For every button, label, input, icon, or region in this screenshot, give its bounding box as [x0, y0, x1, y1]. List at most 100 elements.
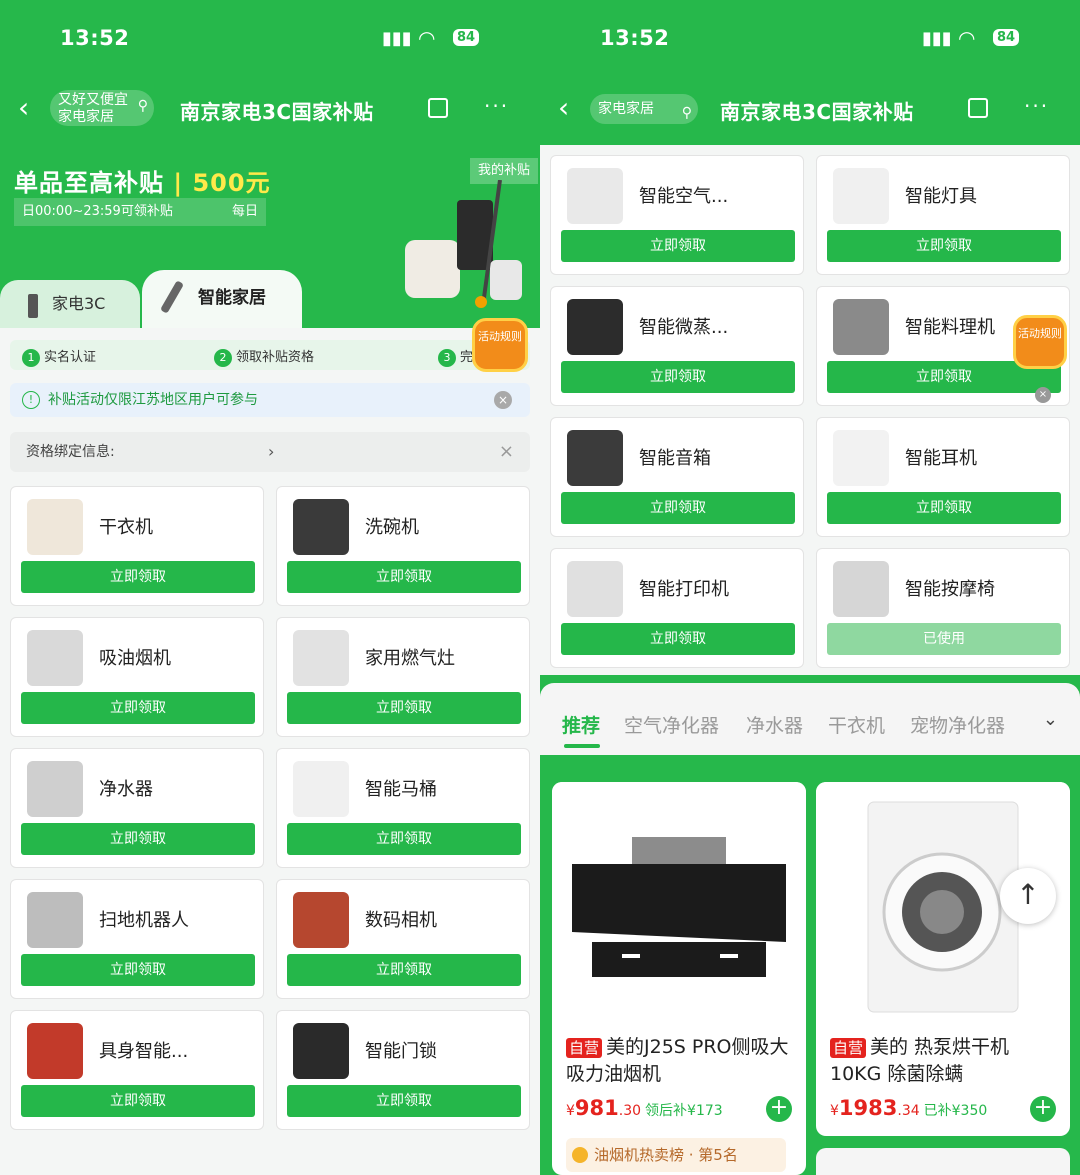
signal-icon: ▮▮▮ — [922, 28, 952, 49]
category-tabs: 家电3C 智能家居 — [0, 270, 540, 330]
step-label: 领取补贴资格 — [236, 350, 315, 365]
rank-text: 油烟机热卖榜 · 第5名 — [594, 1146, 738, 1164]
wifi-icon: ◠ — [418, 26, 436, 50]
wifi-icon: ◠ — [958, 26, 976, 50]
search-icon: ⚲ — [681, 105, 692, 121]
subsidy-card[interactable]: 智能音箱 立即领取 — [550, 417, 804, 537]
chevron-down-icon[interactable]: ⌄ — [1043, 709, 1058, 730]
bestseller-rank[interactable]: 油烟机热卖榜 · 第5名 — [566, 1138, 786, 1172]
tab-air-purifier[interactable]: 空气净化器 — [624, 711, 719, 738]
claim-button[interactable]: 已使用 — [827, 623, 1061, 655]
claim-button[interactable]: 立即领取 — [561, 492, 795, 524]
search-pill-line1: 又好又便宜 — [58, 92, 128, 108]
claim-button[interactable]: 立即领取 — [561, 230, 795, 262]
tab-pet-purifier[interactable]: 宠物净化器 — [910, 711, 1005, 738]
add-to-cart-button[interactable]: + — [1030, 1096, 1056, 1122]
subsidy-card[interactable]: 智能微蒸... 立即领取 — [550, 286, 804, 406]
claim-button[interactable]: 立即领取 — [287, 954, 521, 986]
activity-rules-badge[interactable]: 活动规则 — [1013, 315, 1067, 369]
product-thumbnail — [27, 761, 83, 817]
share-icon[interactable] — [428, 98, 448, 118]
claim-button[interactable]: 立即领取 — [561, 623, 795, 655]
subsidy-card[interactable]: 智能打印机 立即领取 — [550, 548, 804, 668]
subsidy-card[interactable]: 智能灯具 立即领取 — [816, 155, 1070, 275]
subsidy-card[interactable]: 智能空气... 立即领取 — [550, 155, 804, 275]
price-integer: 1983 — [838, 1096, 898, 1120]
tab-recommend[interactable]: 推荐 — [562, 711, 601, 748]
claim-button[interactable]: 立即领取 — [287, 561, 521, 593]
claim-button[interactable]: 立即领取 — [287, 692, 521, 724]
subsidy-card[interactable]: 数码相机 立即领取 — [276, 879, 530, 999]
tab-appliance-3c[interactable]: 家电3C — [0, 280, 140, 330]
banner-headline-text: 单品至高补贴 — [14, 169, 164, 197]
subsidy-card[interactable]: 净水器 立即领取 — [10, 748, 264, 868]
search-pill[interactable]: 家电家居 ⚲ — [590, 94, 698, 124]
price-decimal: .30 — [618, 1103, 642, 1119]
price-after-subsidy: 已补¥350 — [923, 1103, 988, 1119]
claim-button[interactable]: 立即领取 — [21, 823, 255, 855]
product-card-next — [816, 1148, 1070, 1175]
tab-smart-home[interactable]: 智能家居 — [142, 270, 302, 330]
tab-dryer[interactable]: 干衣机 — [828, 711, 885, 738]
claim-button[interactable]: 立即领取 — [827, 492, 1061, 524]
more-icon[interactable]: ··· — [484, 94, 509, 118]
add-to-cart-button[interactable]: + — [766, 1096, 792, 1122]
claim-button[interactable]: 立即领取 — [21, 561, 255, 593]
subsidy-card[interactable]: 智能门锁 立即领取 — [276, 1010, 530, 1130]
claim-button[interactable]: 立即领取 — [561, 361, 795, 393]
subsidy-card[interactable]: 洗碗机 立即领取 — [276, 486, 530, 606]
subsidy-card[interactable]: 家用燃气灶 立即领取 — [276, 617, 530, 737]
product-thumbnail — [567, 561, 623, 617]
activity-rules-badge[interactable]: 活动规则 — [472, 318, 528, 372]
subsidy-card-name: 智能料理机 — [905, 317, 995, 338]
claim-button[interactable]: 立即领取 — [287, 823, 521, 855]
product-card[interactable]: 自营 美的 热泵烘干机 10KG 除菌除螨 ¥1983.34 已补¥350 + — [816, 782, 1070, 1136]
claim-button[interactable]: 立即领取 — [287, 1085, 521, 1117]
close-icon[interactable]: × — [1035, 387, 1051, 403]
subsidy-card[interactable]: 吸油烟机 立即领取 — [10, 617, 264, 737]
back-icon[interactable]: ‹ — [18, 94, 29, 122]
status-bar: 13:52 ▮▮▮ ◠ 84 — [0, 26, 540, 58]
subsidy-card[interactable]: 智能耳机 立即领取 — [816, 417, 1070, 537]
share-icon[interactable] — [968, 98, 988, 118]
product-thumbnail — [27, 499, 83, 555]
tab-water-purifier[interactable]: 净水器 — [746, 711, 803, 738]
close-icon[interactable]: × — [499, 432, 514, 472]
claim-button[interactable]: 立即领取 — [21, 954, 255, 986]
back-icon[interactable]: ‹ — [558, 94, 569, 122]
tab-label: 家电3C — [52, 294, 106, 313]
battery-indicator: 84 — [453, 29, 480, 46]
subsidy-card[interactable]: 具身智能... 立即领取 — [10, 1010, 264, 1130]
subsidy-card[interactable]: 扫地机器人 立即领取 — [10, 879, 264, 999]
subsidy-card[interactable]: 干衣机 立即领取 — [10, 486, 264, 606]
price-currency: ¥ — [566, 1103, 575, 1119]
search-pill[interactable]: 又好又便宜 家电家居 ⚲ — [50, 90, 154, 126]
fridge-icon — [28, 294, 38, 318]
product-thumbnail — [833, 168, 889, 224]
vacuum-icon — [160, 280, 184, 314]
product-thumbnail — [567, 168, 623, 224]
search-icon: ⚲ — [137, 98, 148, 114]
info-icon: ! — [22, 391, 40, 409]
product-title: 自营 美的J25S PRO侧吸大吸力油烟机 — [566, 1034, 798, 1088]
subsidy-card[interactable]: 智能马桶 立即领取 — [276, 748, 530, 868]
more-icon[interactable]: ··· — [1024, 94, 1049, 118]
claim-button[interactable]: 立即领取 — [21, 1085, 255, 1117]
product-card[interactable]: 自营 美的J25S PRO侧吸大吸力油烟机 ¥981.30 领后补¥173 + 油烟… — [552, 782, 806, 1175]
region-notice: ! 补贴活动仅限江苏地区用户可参与 × — [10, 383, 530, 417]
step-item: 3完 — [438, 346, 473, 367]
search-pill-line2: 家电家居 — [58, 109, 114, 125]
subsidy-card-name: 智能音箱 — [639, 448, 711, 469]
subsidy-card[interactable]: 智能按摩椅 已使用 — [816, 548, 1070, 668]
close-icon[interactable]: × — [494, 391, 512, 409]
step-number: 3 — [438, 349, 456, 367]
self-operated-tag: 自营 — [566, 1038, 603, 1058]
back-to-top-button[interactable]: ↑ — [1000, 868, 1056, 924]
claim-button[interactable]: 立即领取 — [21, 692, 255, 724]
product-thumbnail — [833, 561, 889, 617]
banner-daily: 每日 — [231, 204, 258, 219]
claim-button[interactable]: 立即领取 — [827, 230, 1061, 262]
step-number: 2 — [214, 349, 232, 367]
product-thumbnail — [833, 430, 889, 486]
binding-info-row[interactable]: 资格绑定信息: › × — [10, 432, 530, 472]
